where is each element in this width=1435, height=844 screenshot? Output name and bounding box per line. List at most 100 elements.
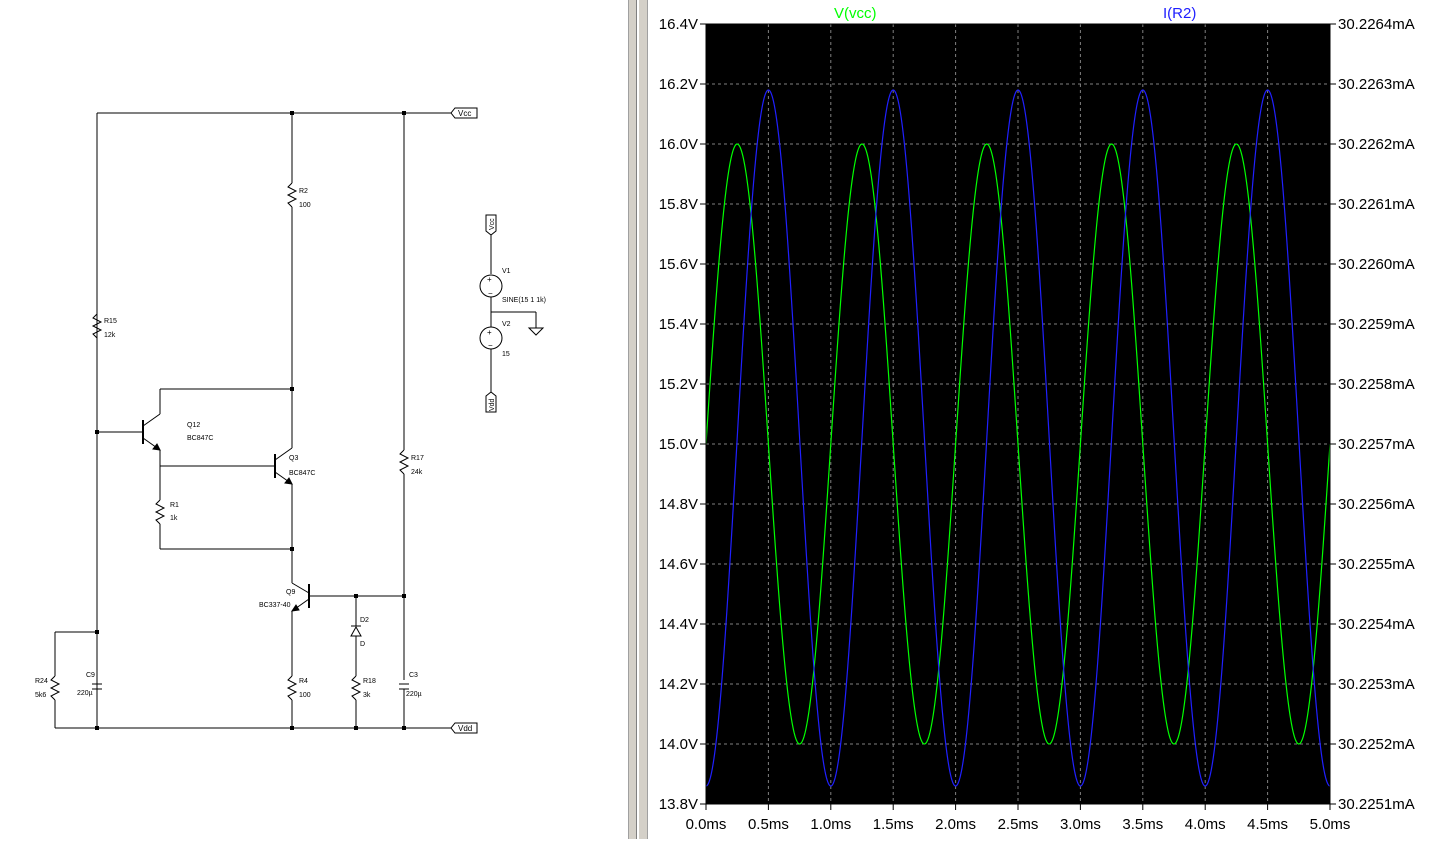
x-tick-label: 2.5ms — [998, 816, 1039, 833]
svg-text:15: 15 — [502, 351, 510, 358]
right-tick-label: 30.2263mA — [1338, 76, 1415, 93]
right-tick-label: 30.2261mA — [1338, 196, 1415, 213]
svg-text:24k: 24k — [411, 469, 423, 476]
x-tick-label: 2.0ms — [935, 816, 976, 833]
right-tick-label: 30.2252mA — [1338, 736, 1415, 753]
svg-text:3k: 3k — [363, 692, 371, 699]
svg-text:5k6: 5k6 — [35, 692, 46, 699]
right-tick-label: 30.2260mA — [1338, 256, 1415, 273]
svg-text:SINE(15 1 1k): SINE(15 1 1k) — [502, 297, 546, 304]
svg-text:220µ: 220µ — [406, 691, 422, 698]
right-tick-label: 30.2262mA — [1338, 136, 1415, 153]
svg-text:100: 100 — [299, 692, 311, 699]
left-tick-label: 15.4V — [659, 316, 698, 333]
svg-text:D2: D2 — [360, 617, 369, 624]
v1-source[interactable]: + − V1 SINE(15 1 1k) — [479, 268, 546, 312]
left-tick-label: 15.2V — [659, 376, 698, 393]
r4-resistor[interactable]: R4 100 — [286, 675, 311, 728]
svg-text:Q12: Q12 — [187, 422, 200, 429]
right-tick-label: 30.2255mA — [1338, 556, 1415, 573]
schematic-canvas[interactable]: Vcc Vdd R2 100 R15 12k Q12 BC847C Q3 BC8… — [0, 0, 628, 839]
svg-text:Vdd: Vdd — [458, 724, 472, 733]
svg-text:R1: R1 — [170, 502, 179, 509]
svg-text:−: − — [488, 289, 493, 298]
svg-text:C9: C9 — [86, 672, 95, 679]
legend-v-vcc[interactable]: V(vcc) — [834, 5, 877, 22]
x-tick-label: 1.5ms — [873, 816, 914, 833]
svg-text:BC337-40: BC337-40 — [259, 602, 291, 609]
svg-text:C3: C3 — [409, 672, 418, 679]
x-tick-label: 4.5ms — [1247, 816, 1288, 833]
svg-text:+: + — [487, 328, 492, 337]
d2-diode[interactable]: D2 D — [350, 596, 369, 676]
x-tick-label: 3.0ms — [1060, 816, 1101, 833]
x-tick-label: 4.0ms — [1185, 816, 1226, 833]
right-tick-label: 30.2256mA — [1338, 496, 1415, 513]
x-tick-label: 5.0ms — [1310, 816, 1351, 833]
svg-text:Vcc: Vcc — [489, 218, 496, 230]
left-tick-label: 15.8V — [659, 196, 698, 213]
svg-text:Vdd: Vdd — [489, 398, 496, 411]
svg-text:R2: R2 — [299, 188, 308, 195]
q9-transistor[interactable]: Q9 BC337-40 — [259, 549, 404, 676]
left-tick-label: 15.6V — [659, 256, 698, 273]
svg-text:Q9: Q9 — [286, 589, 295, 596]
right-tick-label: 30.2257mA — [1338, 436, 1415, 453]
left-tick-label: 16.2V — [659, 76, 698, 93]
waveform-pane[interactable]: 16.4V 16.2V 16.0V 15.8V 15.6V 15.4V 15.2V 15.0V… — [648, 0, 1435, 839]
waveform-plot[interactable]: 16.4V 16.2V 16.0V 15.8V 15.6V 15.4V 15.2V 15.0V… — [648, 0, 1435, 839]
svg-text:Q3: Q3 — [289, 455, 298, 462]
right-tick-label: 30.2254mA — [1338, 616, 1415, 633]
svg-text:100: 100 — [299, 202, 311, 209]
left-tick-label: 14.2V — [659, 676, 698, 693]
svg-text:R4: R4 — [299, 678, 308, 685]
vdd-net-label[interactable]: Vdd — [450, 722, 478, 734]
svg-text:R17: R17 — [411, 455, 424, 462]
svg-text:Vcc: Vcc — [458, 109, 471, 118]
right-tick-label: 30.2253mA — [1338, 676, 1415, 693]
left-tick-label: 16.0V — [659, 136, 698, 153]
left-tick-label: 15.0V — [659, 436, 698, 453]
left-tick-label: 14.4V — [659, 616, 698, 633]
c9-capacitor[interactable]: C9 220µ — [77, 672, 102, 697]
svg-text:D: D — [360, 641, 365, 648]
svg-text:V1: V1 — [502, 268, 511, 275]
c3-capacitor[interactable]: C3 220µ — [399, 672, 422, 728]
v2-source[interactable]: + − V2 15 — [479, 312, 511, 392]
right-tick-label: 30.2259mA — [1338, 316, 1415, 333]
svg-text:220µ: 220µ — [77, 690, 93, 697]
left-tick-label: 14.6V — [659, 556, 698, 573]
svg-text:R15: R15 — [104, 318, 117, 325]
right-tick-label: 30.2258mA — [1338, 376, 1415, 393]
q3-transistor[interactable]: Q3 BC847C — [160, 447, 315, 549]
r24-resistor[interactable]: R24 5k6 — [35, 631, 97, 728]
svg-text:BC847C: BC847C — [187, 435, 213, 442]
svg-text:V2: V2 — [502, 321, 511, 328]
vdd-source-net-label[interactable]: Vdd — [485, 391, 497, 413]
r18-resistor[interactable]: R18 3k — [350, 675, 376, 728]
vcc-net-label[interactable]: Vcc — [450, 107, 478, 119]
schematic-pane[interactable]: Vcc Vdd R2 100 R15 12k Q12 BC847C Q3 BC8… — [0, 0, 628, 839]
junction-dots — [95, 111, 406, 730]
vcc-source-net-label[interactable]: Vcc — [485, 214, 497, 274]
svg-text:R18: R18 — [363, 678, 376, 685]
r1-resistor[interactable]: R1 1k — [154, 466, 292, 550]
left-tick-label: 14.0V — [659, 736, 698, 753]
right-tick-label: 30.2264mA — [1338, 16, 1415, 33]
left-tick-label: 13.8V — [659, 796, 698, 813]
q12-transistor[interactable]: Q12 BC847C — [97, 388, 292, 466]
svg-text:+: + — [487, 275, 492, 284]
x-tick-label: 0.5ms — [748, 816, 789, 833]
left-tick-label: 16.4V — [659, 16, 698, 33]
x-tick-label: 1.0ms — [810, 816, 851, 833]
x-tick-label: 0.0ms — [686, 816, 727, 833]
svg-text:−: − — [488, 341, 493, 350]
svg-text:BC847C: BC847C — [289, 470, 315, 477]
pane-splitter[interactable] — [628, 0, 648, 839]
left-tick-label: 14.8V — [659, 496, 698, 513]
right-tick-label: 30.2251mA — [1338, 796, 1415, 813]
x-tick-label: 3.5ms — [1122, 816, 1163, 833]
r2-resistor[interactable]: R2 100 — [286, 113, 311, 448]
svg-text:R24: R24 — [35, 678, 48, 685]
legend-i-r2[interactable]: I(R2) — [1163, 5, 1196, 22]
